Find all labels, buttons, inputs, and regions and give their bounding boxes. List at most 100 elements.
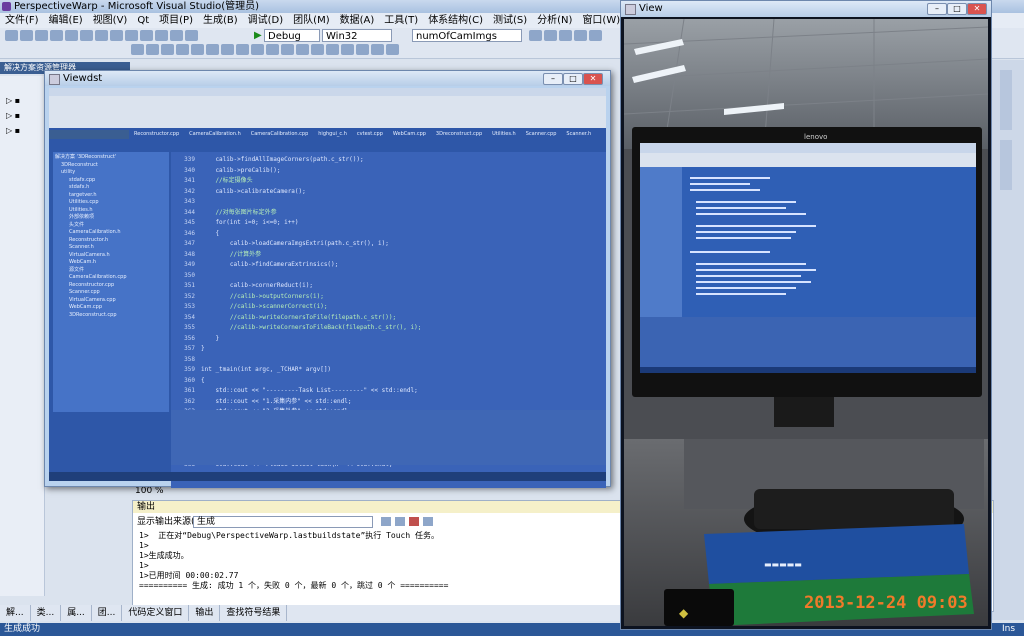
tree-node[interactable]: ▷ ▪ bbox=[6, 111, 20, 120]
inner-tree-item: Scanner.cpp bbox=[69, 289, 100, 295]
inner-tree-item: 外部依赖项 bbox=[69, 214, 95, 220]
code-text: //标定摄像头 bbox=[201, 177, 253, 184]
inner-doc-tab: cvtest.cpp bbox=[356, 131, 383, 137]
code-text: int _tmain(int argc, _TCHAR* argv[]) bbox=[201, 366, 332, 373]
menu-item[interactable]: 视图(V) bbox=[88, 13, 133, 28]
menu-item[interactable]: 文件(F) bbox=[0, 13, 44, 28]
inner-tree-item: 3DReconstruct bbox=[61, 161, 98, 168]
minimize-button[interactable]: – bbox=[543, 73, 563, 85]
menu-item[interactable]: 测试(S) bbox=[488, 13, 532, 28]
inner-tree-item: stdafx.h bbox=[69, 184, 90, 190]
line-number: 350 bbox=[184, 271, 195, 279]
viewdst-window: Viewdst – □ ✕ Reconstructor.cpp CameraCal… bbox=[44, 70, 611, 488]
menu-item[interactable]: 窗口(W) bbox=[577, 13, 625, 28]
line-number: 359 bbox=[184, 366, 195, 373]
bottom-tab[interactable]: 属... bbox=[61, 605, 92, 621]
menu-item[interactable]: 生成(B) bbox=[198, 13, 243, 28]
line-number: 354 bbox=[184, 313, 195, 321]
menu-item[interactable]: 项目(P) bbox=[154, 13, 198, 28]
monitor-brand-label: lenovo bbox=[804, 133, 827, 141]
menu-item[interactable]: 团队(M) bbox=[288, 13, 334, 28]
layout-toolbar-buttons[interactable] bbox=[130, 43, 610, 56]
stop-icon[interactable] bbox=[409, 517, 419, 526]
bottom-tab[interactable]: 类... bbox=[31, 605, 62, 621]
maximize-button[interactable]: □ bbox=[563, 73, 583, 85]
find-message-icon[interactable] bbox=[381, 517, 391, 526]
tree-node[interactable]: ▷ ▪ bbox=[6, 96, 20, 105]
inner-tree-item: Reconstructor.h bbox=[69, 236, 109, 243]
toolbox-tab[interactable] bbox=[1000, 70, 1012, 130]
line-number: 355 bbox=[184, 324, 195, 331]
line-number: 342 bbox=[184, 187, 195, 195]
bottom-tab[interactable]: 解... bbox=[0, 605, 31, 621]
code-text: //计算外参 bbox=[201, 250, 262, 258]
line-number: 361 bbox=[184, 387, 195, 394]
viewdst-title-bar: Viewdst – □ ✕ bbox=[45, 71, 610, 86]
svg-text:◆: ◆ bbox=[679, 606, 689, 620]
inner-tree-item: utility bbox=[61, 169, 76, 175]
output-source-select[interactable]: 生成 bbox=[193, 516, 373, 528]
inner-tree-item: 3DReconstruct.cpp bbox=[69, 311, 117, 318]
close-button[interactable]: ✕ bbox=[967, 3, 987, 15]
menu-item[interactable]: 数据(A) bbox=[335, 13, 380, 28]
bottom-tab[interactable]: 团... bbox=[92, 605, 123, 621]
output-panel-title: 输出 bbox=[137, 502, 156, 512]
find-combo[interactable]: numOfCamImgs bbox=[412, 29, 522, 42]
viewdst-title: Viewdst bbox=[63, 73, 103, 84]
menu-item[interactable]: 调试(D) bbox=[243, 13, 289, 28]
line-number: 349 bbox=[184, 261, 195, 268]
code-text: calib->findCameraExtrinsics(); bbox=[201, 261, 339, 268]
standard-toolbar-buttons[interactable] bbox=[4, 29, 236, 42]
window-icon bbox=[625, 4, 636, 15]
photo-timestamp: 2013-12-24 09:03 bbox=[804, 593, 968, 613]
maximize-button[interactable]: □ bbox=[947, 3, 967, 15]
menu-item[interactable]: 工具(T) bbox=[379, 13, 423, 28]
line-number: 360 bbox=[184, 376, 195, 384]
code-text: calib->cornerReduct(i); bbox=[201, 282, 313, 289]
inner-doc-tab: CameraCalibration.h bbox=[189, 131, 241, 137]
menu-item[interactable]: Qt bbox=[132, 13, 154, 28]
bottom-tab[interactable]: 输出 bbox=[189, 605, 221, 621]
bottom-tab[interactable]: 查找符号结果 bbox=[220, 605, 288, 621]
inner-tree-item: 头文件 bbox=[69, 221, 85, 228]
code-text: //calib->scannerCorrect(i); bbox=[201, 303, 328, 310]
inner-tree-item: WebCam.h bbox=[69, 259, 97, 265]
minimize-button[interactable]: – bbox=[927, 3, 947, 15]
zoom-level[interactable]: 100 % bbox=[135, 486, 164, 496]
line-number: 356 bbox=[184, 334, 195, 342]
code-text: //对每张图片标定外参 bbox=[201, 208, 277, 216]
vs-window-title: PerspectiveWarp - Microsoft Visual Studi… bbox=[14, 1, 260, 12]
view-title: View bbox=[639, 3, 663, 14]
code-text: //calib->writeCornersToFileBack(filepath… bbox=[201, 324, 422, 331]
view-window: View – □ ✕ lenovo ▬▬▬▬▬ ◆ 2013-12-24 09:… bbox=[620, 0, 992, 630]
extra-toolbar-buttons[interactable] bbox=[528, 29, 618, 42]
code-text: { bbox=[201, 376, 205, 384]
solution-config-select[interactable]: Debug bbox=[264, 29, 320, 42]
right-side-tool-strip[interactable] bbox=[990, 60, 1024, 620]
inner-output-panel bbox=[171, 410, 606, 465]
clear-all-icon[interactable] bbox=[395, 517, 405, 526]
menu-item[interactable]: 体系结构(C) bbox=[423, 13, 488, 28]
inner-title-bar bbox=[49, 88, 606, 96]
inner-tree-item: Utilities.cpp bbox=[69, 199, 99, 205]
solution-platform-select[interactable]: Win32 bbox=[322, 29, 392, 42]
code-text: //calib->writeCornersToFile(filepath.c_s… bbox=[201, 313, 397, 321]
start-debug-icon[interactable]: ▶ bbox=[254, 30, 262, 41]
line-number: 357 bbox=[184, 345, 195, 352]
menu-item[interactable]: 分析(N) bbox=[532, 13, 577, 28]
window-icon bbox=[49, 74, 60, 85]
word-wrap-icon[interactable] bbox=[423, 517, 433, 526]
solution-explorer-panel[interactable]: ▷ ▪ ▷ ▪ ▷ ▪ bbox=[0, 76, 45, 596]
inner-tree-item: 源文件 bbox=[69, 266, 85, 273]
inner-solution-header bbox=[49, 130, 129, 139]
tree-node[interactable]: ▷ ▪ bbox=[6, 126, 20, 135]
server-explorer-tab[interactable] bbox=[1000, 140, 1012, 190]
insert-mode-indicator: Ins bbox=[1002, 624, 1016, 634]
close-button[interactable]: ✕ bbox=[583, 73, 603, 85]
inner-tree-item: CameraCalibration.cpp bbox=[69, 274, 127, 280]
bottom-tab[interactable]: 代码定义窗口 bbox=[122, 605, 190, 621]
photo-scene: lenovo ▬▬▬▬▬ ◆ bbox=[624, 19, 988, 626]
line-number: 344 bbox=[184, 208, 195, 216]
menu-item[interactable]: 编辑(E) bbox=[44, 13, 88, 28]
camera-photo: lenovo ▬▬▬▬▬ ◆ 2013-12-24 09:03 bbox=[624, 19, 988, 626]
